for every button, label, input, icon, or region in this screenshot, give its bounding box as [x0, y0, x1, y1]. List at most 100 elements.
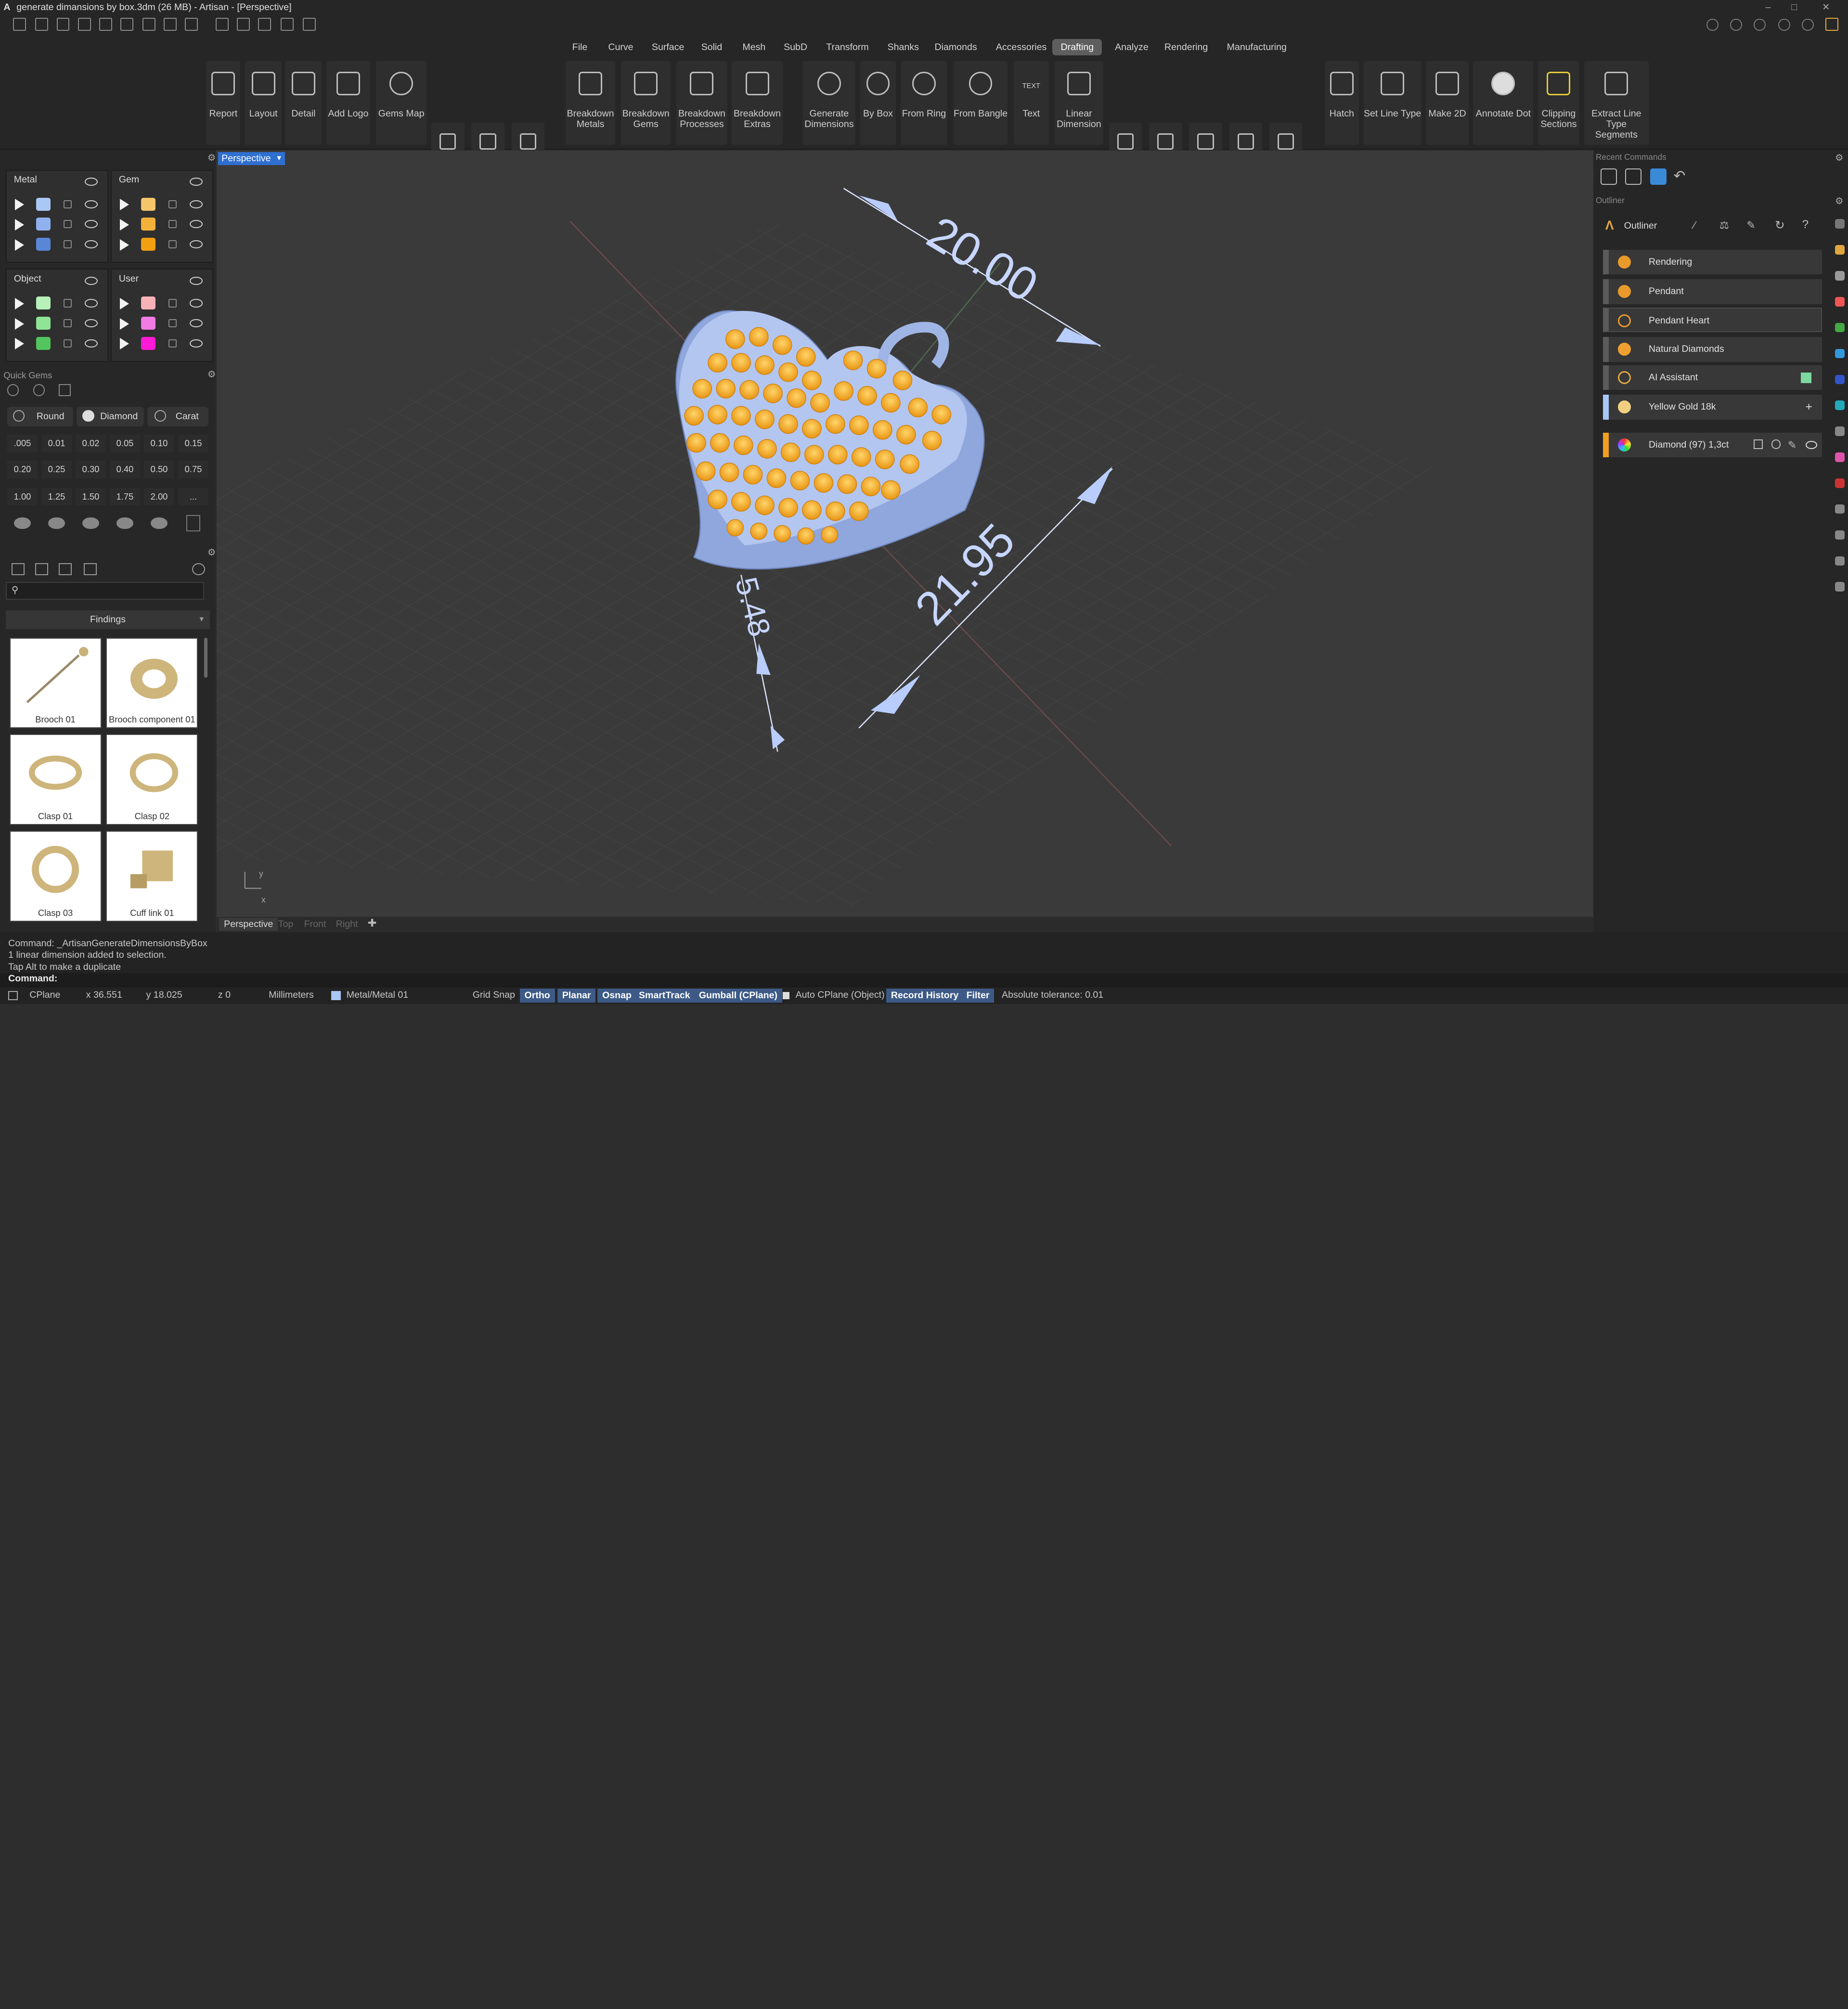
- auto-cplane-label[interactable]: Auto CPlane (Object): [796, 990, 885, 1001]
- menu-drafting[interactable]: Drafting: [1052, 39, 1102, 56]
- redo-icon[interactable]: [120, 17, 133, 31]
- finding-item[interactable]: Clasp 02: [106, 734, 198, 825]
- gem-size-button[interactable]: 1.00: [7, 488, 38, 506]
- gem-size-button[interactable]: 0.10: [143, 435, 175, 453]
- folder-add-icon[interactable]: [35, 563, 49, 575]
- eye-icon[interactable]: [189, 240, 203, 249]
- gems-icon[interactable]: [1650, 168, 1667, 185]
- color-swatch[interactable]: [141, 317, 155, 330]
- gem-unit-select[interactable]: Carat: [147, 406, 209, 427]
- eye-icon[interactable]: [189, 299, 203, 308]
- gem-size-button[interactable]: 0.25: [41, 461, 72, 478]
- menu-solid[interactable]: Solid: [698, 39, 724, 55]
- breakdown-processes-button[interactable]: Breakdown Processes: [676, 61, 727, 145]
- layer-row[interactable]: [112, 335, 214, 353]
- record-history-toggle[interactable]: Record History: [886, 988, 964, 1003]
- tool-e-icon[interactable]: [303, 17, 316, 31]
- finding-item[interactable]: Cuff link 01: [106, 831, 198, 922]
- outliner-settings-icon[interactable]: ⚙: [1835, 195, 1844, 207]
- eye-icon[interactable]: [189, 220, 203, 229]
- gem-size-button[interactable]: 0.15: [178, 435, 209, 453]
- play-icon[interactable]: [15, 318, 24, 330]
- layer-row[interactable]: [7, 335, 109, 353]
- planar-toggle[interactable]: Planar: [557, 988, 596, 1003]
- menu-transform[interactable]: Transform: [823, 39, 870, 55]
- gem-material-select[interactable]: Diamond: [77, 406, 144, 427]
- menu-curve[interactable]: Curve: [605, 39, 634, 55]
- color-swatch[interactable]: [36, 336, 51, 350]
- lock-icon[interactable]: [168, 319, 177, 328]
- lock-icon[interactable]: [63, 240, 72, 249]
- hatch-button[interactable]: Hatch: [1324, 61, 1359, 145]
- report-button[interactable]: Report: [206, 61, 241, 145]
- store-icon[interactable]: [1825, 17, 1839, 31]
- gem-size-button[interactable]: .005: [7, 435, 38, 453]
- outliner-item[interactable]: Rendering: [1602, 250, 1822, 275]
- from-ring-button[interactable]: From Ring: [900, 61, 948, 145]
- gem-outliner-item[interactable]: Diamond (97) 1,3ct ✎: [1602, 432, 1822, 457]
- play-icon[interactable]: [15, 199, 24, 211]
- finding-item[interactable]: Clasp 01: [9, 734, 102, 825]
- outliner-item[interactable]: Pendant Heart: [1602, 308, 1822, 333]
- close-button[interactable]: ✕: [1822, 0, 1830, 15]
- finding-item[interactable]: Clasp 03: [9, 831, 102, 922]
- table-icon[interactable]: [1753, 439, 1763, 449]
- status-units[interactable]: Millimeters: [269, 990, 314, 1001]
- side-tool-icon[interactable]: [1835, 478, 1845, 488]
- outliner-item[interactable]: Yellow Gold 18k +: [1602, 395, 1822, 420]
- gem-size-button[interactable]: ...: [178, 488, 209, 506]
- gem-size-button[interactable]: 0.05: [109, 435, 141, 453]
- eye-icon[interactable]: [84, 299, 98, 308]
- save-as-icon[interactable]: [164, 17, 177, 31]
- save-icon[interactable]: [1625, 168, 1642, 185]
- side-tool-icon[interactable]: [1835, 556, 1845, 566]
- color-swatch[interactable]: [141, 296, 155, 310]
- color-swatch[interactable]: [36, 238, 51, 251]
- edit-icon[interactable]: ✎: [1746, 219, 1755, 232]
- extract-line-type-button[interactable]: Extract Line Type Segments: [1584, 61, 1649, 145]
- gem-setting-icon[interactable]: [116, 517, 133, 529]
- side-tool-icon[interactable]: [1835, 296, 1845, 307]
- refresh-icon[interactable]: ↻: [1775, 218, 1785, 232]
- side-tool-icon[interactable]: [1835, 271, 1845, 281]
- save-icon[interactable]: [142, 17, 156, 31]
- side-tool-icon[interactable]: [1835, 322, 1845, 333]
- linear-dimension-button[interactable]: Linear Dimension: [1055, 61, 1103, 145]
- edit-icon[interactable]: ✎: [1788, 433, 1796, 457]
- from-bangle-button[interactable]: From Bangle: [953, 61, 1008, 145]
- color-swatch[interactable]: [141, 218, 155, 231]
- gem-tool-icon[interactable]: [7, 384, 19, 396]
- eye-icon[interactable]: [189, 178, 203, 186]
- gem-prong-icon[interactable]: [186, 515, 201, 532]
- play-icon[interactable]: [120, 297, 129, 309]
- color-swatch[interactable]: [1800, 372, 1811, 383]
- ortho-toggle[interactable]: Ortho: [519, 988, 555, 1003]
- finding-item[interactable]: Brooch component 01: [106, 637, 198, 729]
- smarttrack-toggle[interactable]: SmartTrack: [634, 988, 695, 1003]
- question-icon[interactable]: [1802, 19, 1814, 31]
- gem-rotate-icon[interactable]: [33, 384, 45, 396]
- breakdown-extras-button[interactable]: Breakdown Extras: [732, 61, 783, 145]
- gem-size-button[interactable]: 1.50: [75, 488, 106, 506]
- gem-size-button[interactable]: 0.02: [75, 435, 106, 453]
- annotate-dot-button[interactable]: Annotate Dot: [1473, 61, 1534, 145]
- gem-setting-icon[interactable]: [151, 517, 168, 529]
- learn-icon[interactable]: [1754, 19, 1766, 31]
- make-2d-button[interactable]: Make 2D: [1426, 61, 1469, 145]
- side-tool-icon[interactable]: [1835, 452, 1845, 462]
- new-file-icon[interactable]: [13, 17, 26, 31]
- layer-row[interactable]: [7, 216, 109, 234]
- folder-import-icon[interactable]: [59, 563, 72, 575]
- refresh-icon[interactable]: [192, 563, 205, 575]
- color-swatch[interactable]: [36, 296, 51, 310]
- side-tool-icon[interactable]: [1835, 426, 1845, 436]
- lock-icon[interactable]: [63, 339, 72, 348]
- side-tool-icon[interactable]: [1835, 374, 1845, 385]
- quick-gems-settings-icon[interactable]: ⚙: [207, 369, 216, 380]
- eye-icon[interactable]: [84, 200, 98, 208]
- layer-row[interactable]: [7, 295, 109, 313]
- recent-command-icon[interactable]: [1600, 168, 1617, 185]
- menu-file[interactable]: File: [568, 39, 592, 55]
- eye-icon[interactable]: [84, 339, 98, 348]
- menu-rendering[interactable]: Rendering: [1161, 39, 1211, 55]
